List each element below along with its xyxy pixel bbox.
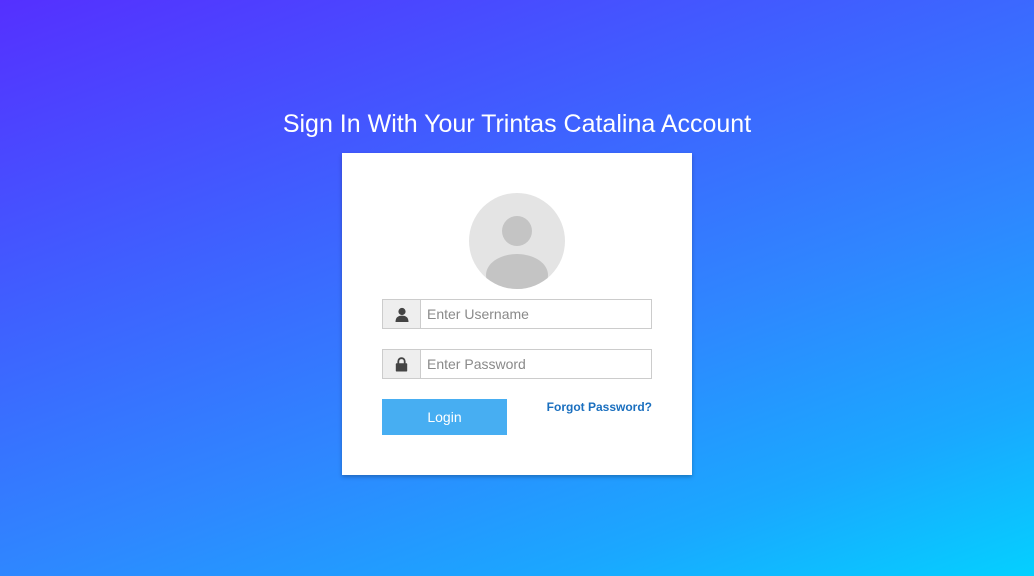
- user-icon: [382, 299, 420, 329]
- page-title: Sign In With Your Trintas Catalina Accou…: [282, 110, 752, 138]
- password-field-group: [382, 349, 652, 379]
- password-input[interactable]: [420, 349, 652, 379]
- login-card: Login Forgot Password?: [342, 153, 692, 475]
- user-avatar-icon: [469, 193, 565, 289]
- username-field-group: [382, 299, 652, 329]
- lock-icon: [382, 349, 420, 379]
- username-input[interactable]: [420, 299, 652, 329]
- forgot-password-link[interactable]: Forgot Password?: [547, 400, 652, 414]
- login-button[interactable]: Login: [382, 399, 507, 435]
